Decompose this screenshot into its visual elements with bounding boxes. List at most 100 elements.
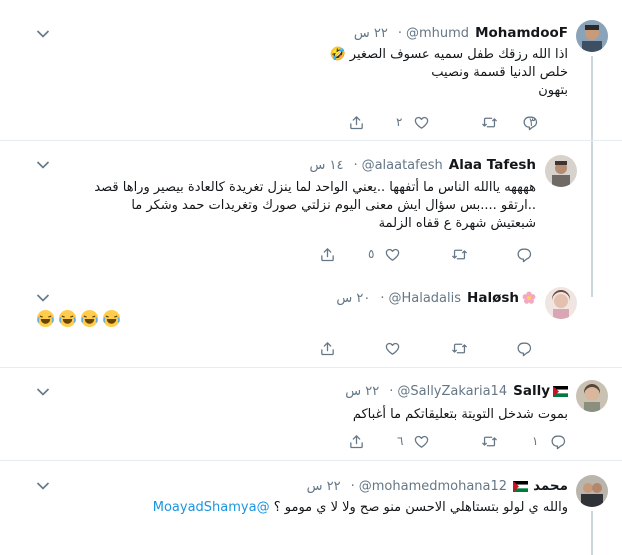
tweet-4[interactable]: ٢٢ س · @SallyZakaria14 Sally بموت شدخل ا… [0, 368, 622, 460]
thread-line [591, 141, 593, 281]
tweet-line: ..ارتقو ....بس سؤال ايش معنى اليوم نزلتي… [131, 198, 536, 213]
flower-icon [522, 291, 536, 304]
like-count: ٥ [368, 247, 375, 261]
separator: · [380, 290, 385, 306]
user-handle[interactable]: @alaatafesh [362, 158, 443, 173]
laughing-emoji-icon [58, 309, 77, 328]
tweet-header: ١٤ س · @alaatafesh Alaa Tafesh [309, 156, 536, 174]
retweet-button[interactable] [481, 113, 498, 131]
retweet-icon [482, 436, 497, 446]
avatar[interactable] [576, 20, 608, 52]
share-button[interactable] [348, 432, 365, 450]
reply-button[interactable] [550, 432, 567, 450]
separator: · [389, 383, 394, 399]
retweet-button[interactable] [451, 339, 468, 357]
like-count: ٢ [396, 115, 403, 129]
share-icon [350, 434, 363, 448]
avatar[interactable] [545, 287, 577, 319]
like-button[interactable] [384, 245, 401, 263]
tweet-text: ههههه ياالله الناس ما أتفهها ..يعني الوا… [94, 179, 536, 233]
tweet-1[interactable]: ٢٢ س · @mhumd MohamdooF اذا الله رزقك طف… [0, 0, 622, 140]
tweet-text [36, 309, 121, 328]
reply-icon [551, 435, 566, 449]
like-icon [414, 116, 429, 129]
retweet-button[interactable] [451, 245, 468, 263]
reply-button[interactable] [516, 245, 533, 263]
user-name[interactable]: Alaa Tafesh [449, 157, 536, 173]
tweet-text: بموت شدخل التويتة بتعليقاتكم ما أغباكم [353, 406, 568, 424]
retweet-icon [482, 117, 497, 127]
reply-button[interactable] [516, 339, 533, 357]
like-icon [385, 342, 400, 355]
tweet-line: بموت شدخل التويتة بتعليقاتكم ما أغباكم [352, 407, 568, 422]
chevron-down-icon[interactable] [36, 160, 50, 170]
timestamp[interactable]: ٢٢ س [345, 384, 379, 399]
mention-link[interactable]: @MoayadShamya [153, 500, 270, 515]
avatar[interactable] [576, 380, 608, 412]
like-button[interactable] [413, 432, 430, 450]
palestine-flag-icon [553, 385, 568, 397]
share-icon [321, 247, 334, 261]
separator: · [350, 478, 355, 494]
like-button[interactable] [413, 113, 430, 131]
timestamp[interactable]: ١٤ س [309, 158, 343, 173]
chevron-down-icon[interactable] [36, 481, 50, 491]
tweet-2[interactable]: ١٤ س · @alaatafesh Alaa Tafesh ههههه ياا… [0, 141, 622, 281]
avatar[interactable] [545, 155, 577, 187]
share-button[interactable] [348, 113, 365, 131]
retweet-button[interactable] [481, 432, 498, 450]
tweet-line: ههههه ياالله الناس ما أتفهها ..يعني الوا… [94, 180, 536, 195]
reply-icon [517, 248, 532, 262]
thread-line [591, 511, 593, 555]
like-button[interactable] [384, 339, 401, 357]
user-handle[interactable]: @mohamedmohana12 [359, 479, 507, 494]
share-icon [321, 341, 334, 355]
thread-end [591, 295, 593, 297]
user-handle[interactable]: @Haladalis [388, 291, 461, 306]
reply-count: ١ [532, 434, 539, 448]
like-icon [414, 435, 429, 448]
tweet-line: شبعتيش شهرة ع قفاه الزلمة [378, 216, 536, 231]
timestamp[interactable]: ٢٠ س [336, 291, 370, 306]
tweet-text: اذا الله رزقك طفل سميه عسوف الصغير 🤣 خلص… [329, 46, 568, 100]
user-name[interactable]: MohamdooF [475, 25, 568, 41]
laughing-emoji-icon [36, 309, 55, 328]
user-name[interactable]: Haløsh [467, 290, 519, 306]
laughing-emoji-icon [80, 309, 99, 328]
reply-icon [517, 342, 532, 356]
tweet-header: ٢٠ س · @Haladalis Haløsh [336, 289, 536, 307]
separator: · [397, 25, 402, 41]
retweet-icon [452, 343, 467, 353]
like-icon [385, 248, 400, 261]
tweet-header: ٢٢ س · @mohamedmohana12 محمد [307, 477, 568, 495]
share-icon [350, 115, 363, 129]
tweet-line-text: والله ي لولو بتستاهلي الاحسن منو صح ولا … [273, 500, 568, 515]
tweet-5[interactable]: ٢٢ س · @mohamedmohana12 محمد والله ي لول… [0, 461, 622, 555]
timestamp[interactable]: ٢٢ س [307, 479, 341, 494]
tweet-3[interactable]: ٢٠ س · @Haladalis Haløsh [0, 281, 622, 367]
tweet-header: ٢٢ س · @SallyZakaria14 Sally [345, 382, 568, 400]
tweet-line: بتهون [538, 83, 568, 98]
share-button[interactable] [319, 339, 336, 357]
chevron-down-icon[interactable] [36, 387, 50, 397]
timestamp[interactable]: ٢٢ س [354, 26, 388, 41]
palestine-flag-icon [513, 480, 529, 492]
avatar[interactable] [576, 475, 608, 507]
separator: · [353, 157, 358, 173]
like-count: ٦ [397, 434, 404, 448]
user-name[interactable]: محمد [533, 478, 568, 494]
thread-line [591, 56, 593, 140]
tweet-line: اذا الله رزقك طفل سميه عسوف الصغير 🤣 [329, 47, 568, 62]
user-handle[interactable]: @SallyZakaria14 [397, 384, 507, 399]
chevron-down-icon[interactable] [36, 293, 50, 303]
chevron-down-icon[interactable] [36, 29, 50, 39]
user-handle[interactable]: @mhumd [406, 26, 469, 41]
user-name[interactable]: Sally [513, 383, 550, 399]
tweet-line: خلص الدنيا قسمة ونصيب [431, 65, 568, 80]
share-button[interactable] [319, 245, 336, 263]
tweet-line: والله ي لولو بتستاهلي الاحسن منو صح ولا … [153, 499, 568, 517]
tweet-text: والله ي لولو بتستاهلي الاحسن منو صح ولا … [153, 499, 568, 517]
reply-count: ٣ [529, 115, 536, 129]
retweet-icon [452, 249, 467, 259]
laughing-emoji-icon [102, 309, 121, 328]
